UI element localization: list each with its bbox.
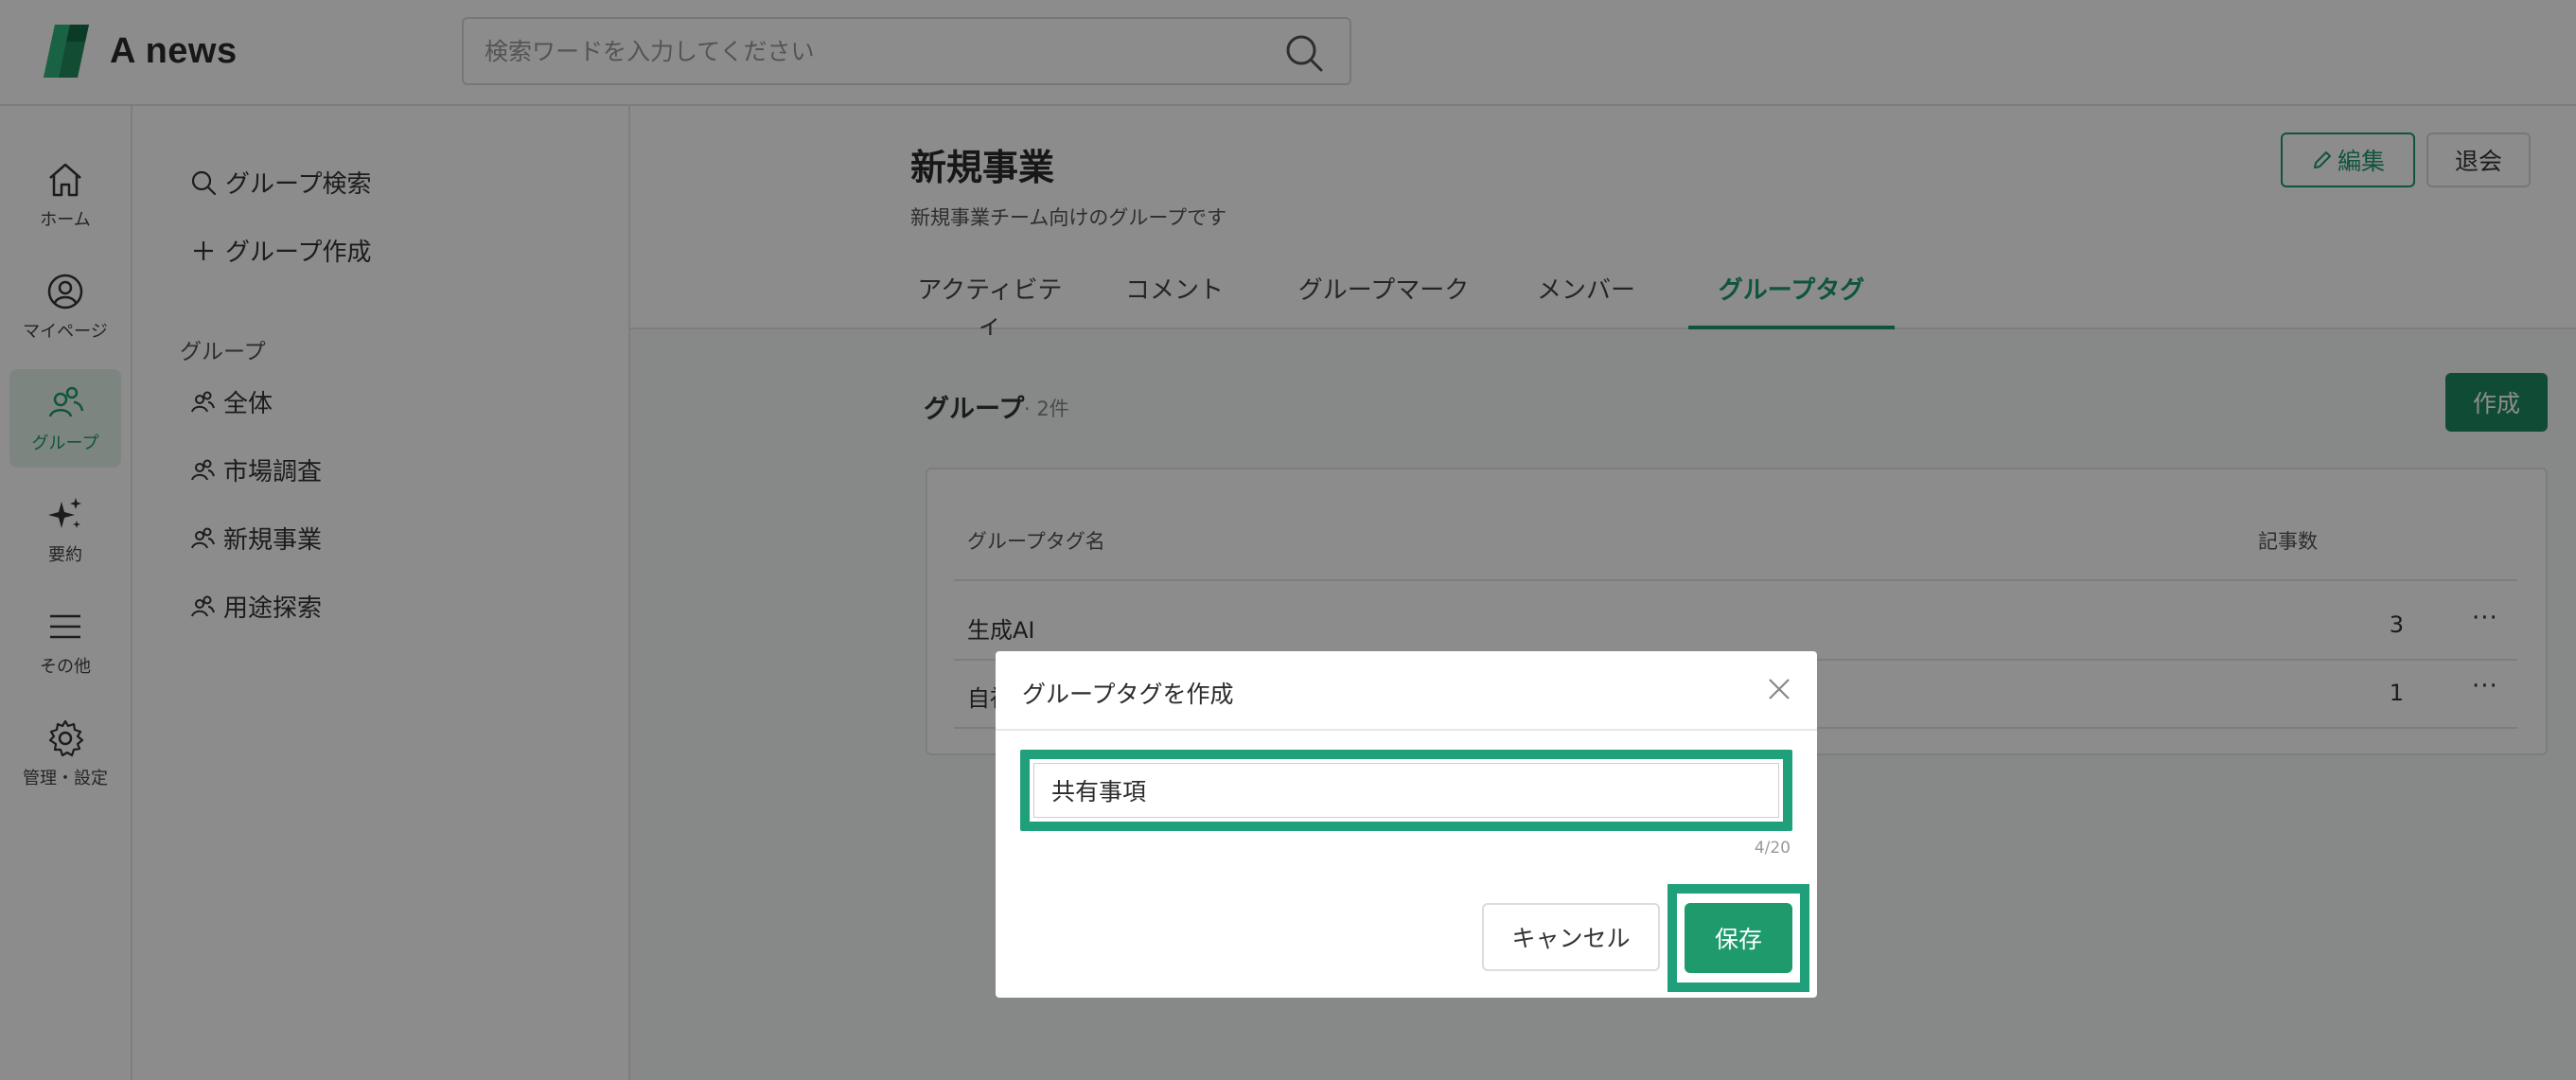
char-counter: 4/20	[1754, 839, 1791, 858]
dialog-divider	[996, 729, 1817, 731]
highlight-frame: 保存	[1667, 884, 1809, 992]
dialog-title: グループタグを作成	[1022, 681, 1234, 708]
save-button[interactable]: 保存	[1685, 903, 1792, 973]
tag-name-input[interactable]	[1033, 763, 1779, 818]
create-tag-dialog: グループタグを作成 4/20 キャンセル 保存	[996, 651, 1817, 998]
cancel-button[interactable]: キャンセル	[1482, 903, 1660, 971]
close-icon[interactable]	[1762, 672, 1796, 706]
highlight-frame	[1020, 750, 1792, 831]
